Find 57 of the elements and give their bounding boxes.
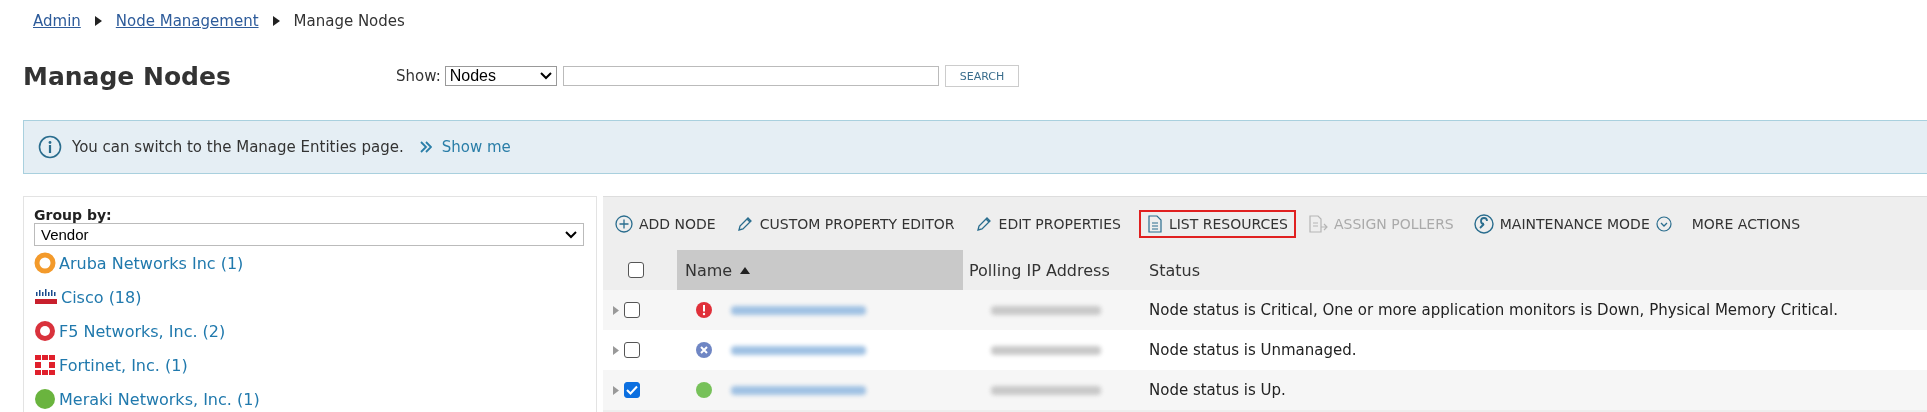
page-title: Manage Nodes xyxy=(23,61,232,91)
show-label: Show: xyxy=(396,67,441,85)
vendor-link[interactable]: Meraki Networks, Inc. (1) xyxy=(59,389,260,409)
breadcrumb-current: Manage Nodes xyxy=(293,12,405,30)
toolbar-button[interactable]: MAINTENANCE MODE xyxy=(1473,210,1678,237)
circle-logo-icon xyxy=(34,320,56,342)
caret-icon xyxy=(539,72,552,80)
expand-icon[interactable] xyxy=(613,385,619,395)
expand-icon[interactable] xyxy=(613,305,619,315)
search-button[interactable]: SEARCH xyxy=(944,65,1020,87)
cross-circle-icon xyxy=(695,341,713,359)
vendor-link[interactable]: Cisco (18) xyxy=(61,287,142,307)
plus-circle-icon xyxy=(615,214,633,233)
dot-logo-icon xyxy=(34,388,56,410)
check-icon xyxy=(626,385,638,395)
select-all-checkbox[interactable] xyxy=(628,262,644,278)
toolbar-button[interactable]: CUSTOM PROPERTY EDITOR xyxy=(735,211,961,236)
show-dropdown[interactable]: Nodes xyxy=(444,66,557,86)
separator-icon xyxy=(94,16,102,26)
vendor-link[interactable]: F5 Networks, Inc. (2) xyxy=(59,321,226,341)
row-checkbox[interactable] xyxy=(624,342,640,358)
toolbar-button[interactable]: ADD NODE xyxy=(615,211,722,236)
breadcrumb-link[interactable]: Node Management xyxy=(115,12,259,30)
grid-logo-icon xyxy=(34,354,56,376)
column-header[interactable]: Status xyxy=(1149,260,1200,280)
info-message: You can switch to the Manage Entities page. xyxy=(72,138,404,156)
show-me-link[interactable]: Show me xyxy=(441,138,511,156)
status-text: Node status is Critical, One or more application monitors is Down, Physical Memory Critical. xyxy=(1148,301,1839,319)
document-arrow-icon xyxy=(1308,214,1328,233)
exclamation-icon xyxy=(695,301,713,319)
vendor-link[interactable]: Fortinet, Inc. (1) xyxy=(59,355,188,375)
document-icon xyxy=(1146,214,1163,233)
group-by-label: Group by: xyxy=(34,207,113,223)
vendor-link[interactable]: Aruba Networks Inc (1) xyxy=(59,253,244,273)
row-checkbox[interactable] xyxy=(624,382,640,398)
group-by-dropdown[interactable]: Vendor xyxy=(34,223,584,246)
double-chevron-icon xyxy=(419,141,432,153)
column-header[interactable]: Polling IP Address xyxy=(969,260,1110,280)
separator-icon xyxy=(272,16,280,26)
ring-logo-icon xyxy=(34,252,56,274)
column-header[interactable]: Name xyxy=(685,260,733,280)
status-dot-icon xyxy=(695,381,713,399)
sort-up-icon xyxy=(740,266,751,274)
row-checkbox[interactable] xyxy=(624,302,640,318)
status-text: Node status is Up. xyxy=(1148,381,1287,399)
caret-circle-icon xyxy=(1655,215,1672,232)
bars-logo-icon xyxy=(34,289,58,305)
toolbar-button[interactable]: MORE ACTIONS xyxy=(1691,212,1807,235)
status-text: Node status is Unmanaged. xyxy=(1148,341,1358,359)
caret-icon xyxy=(565,230,577,239)
breadcrumb-link[interactable]: Admin xyxy=(33,12,81,30)
toolbar-button[interactable]: LIST RESOURCES xyxy=(1140,211,1294,236)
search-field[interactable] xyxy=(562,66,939,86)
toolbar-button[interactable]: EDIT PROPERTIES xyxy=(974,211,1127,236)
info-icon xyxy=(38,135,62,159)
expand-icon[interactable] xyxy=(613,345,619,355)
wrench-icon xyxy=(1473,213,1494,234)
